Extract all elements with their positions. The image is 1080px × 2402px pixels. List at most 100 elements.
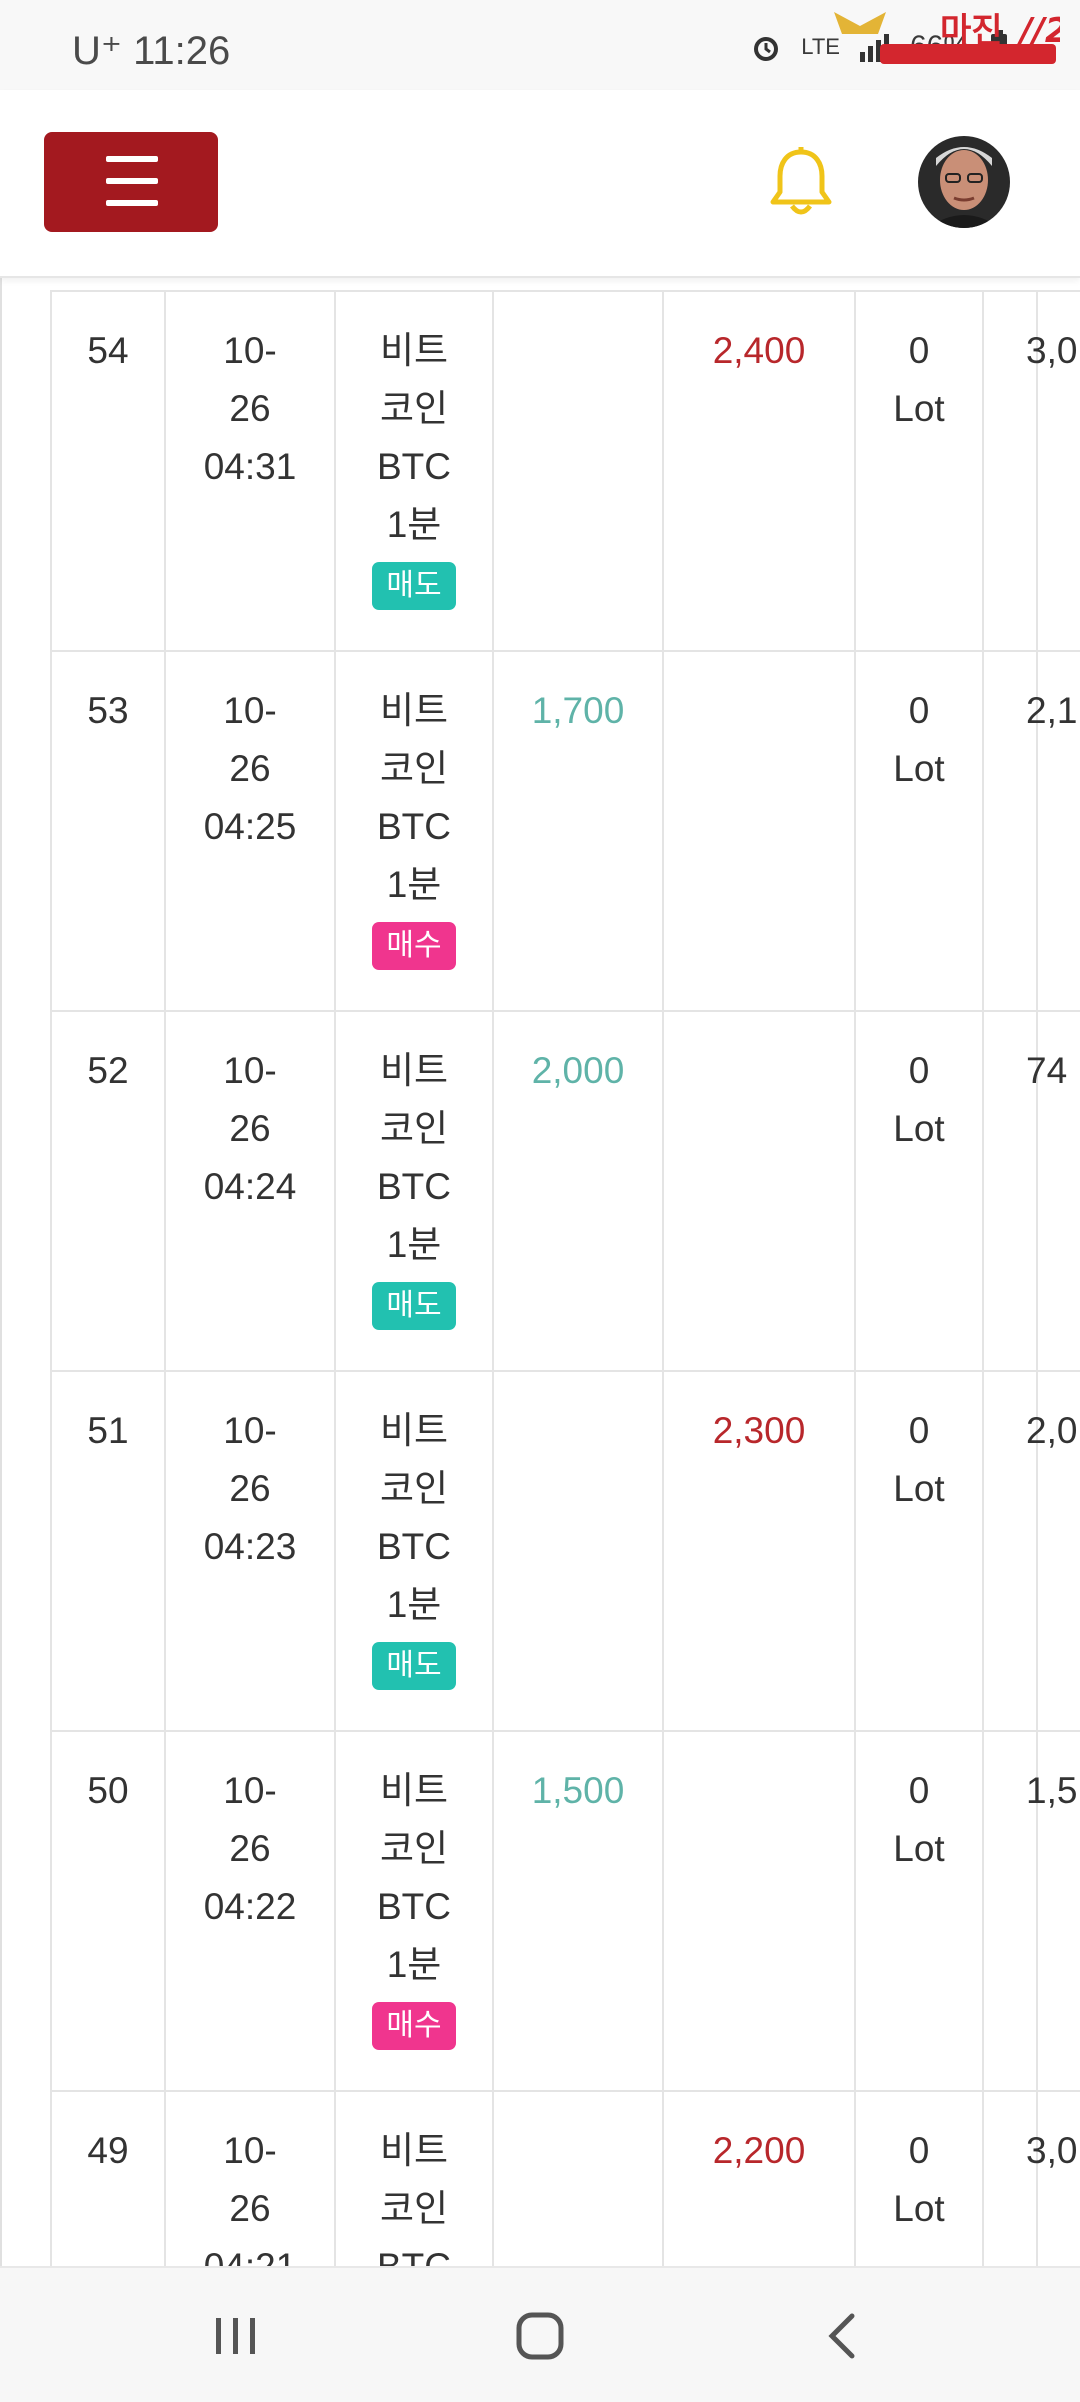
watermark-text: 마진 xyxy=(940,11,1003,51)
row-date-text: 10- xyxy=(223,1770,277,1811)
row-date-text: 10- xyxy=(223,2130,277,2171)
row-datetime: 10- 26 04:21 xyxy=(164,2090,334,2266)
lot-value-text: 0 xyxy=(908,1770,930,1811)
sell-badge: 매도 xyxy=(372,562,456,610)
row-time-text: 04:24 xyxy=(203,1166,297,1207)
row-date-text: 10- xyxy=(223,1410,277,1451)
row-balance: 2,0 xyxy=(1026,1370,1080,1730)
row-item1-text: 비트 xyxy=(379,1770,449,1811)
status-bar: U⁺ 11:26 LTE 66% 마진 //2 xyxy=(0,0,1080,90)
row-item1-text: 비트 xyxy=(379,330,449,371)
lot-value-text: 0 xyxy=(908,330,930,371)
row-buy-amount: 1,700 xyxy=(492,650,662,1010)
row-item2-text: 코인 xyxy=(379,1108,449,1149)
row-datetime: 10- 26 04:24 xyxy=(164,1010,334,1370)
row-item3-text: BTC xyxy=(377,806,451,847)
row-buy-amount: 2,000 xyxy=(492,1010,662,1370)
lot-value-text: 0 xyxy=(908,690,930,731)
row-number-text: 51 xyxy=(87,1410,129,1451)
row-sell-amount: 2,300 xyxy=(662,1370,854,1730)
balance-text: 3,0 xyxy=(1026,330,1078,371)
row-buy-amount xyxy=(492,1370,662,1730)
buy-amount-text: 2,000 xyxy=(531,1050,625,1091)
balance-text: 2,1 xyxy=(1026,690,1078,731)
row-sell-amount: 2,400 xyxy=(662,290,854,650)
table-row[interactable]: 54 10- 26 04:31 비트 코인 BTC 1분 매도 2,400 0 Lot 3,0 xyxy=(50,290,1080,652)
row-item4-text: 1분 xyxy=(386,1944,442,1985)
row-number-text: 53 xyxy=(87,690,129,731)
avatar[interactable] xyxy=(918,136,1010,228)
row-item: 비트 코인 BTC 1분 매수 xyxy=(334,650,492,1010)
status-time: U⁺ 11:26 xyxy=(72,28,230,74)
row-item3-text: BTC xyxy=(377,1166,451,1207)
row-lot: 0 Lot xyxy=(854,2090,982,2266)
home-icon[interactable] xyxy=(500,2304,580,2368)
table-row[interactable]: 52 10- 26 04:24 비트 코인 BTC 1분 매도 2,000 0 Lot 74 xyxy=(50,1010,1080,1372)
row-item2-text: 코인 xyxy=(379,1468,449,1509)
balance-text: 74 xyxy=(1026,1050,1068,1091)
row-number: 50 xyxy=(50,1730,164,2090)
buy-amount-text: 1,700 xyxy=(531,690,625,731)
row-date-text: 10- xyxy=(223,330,277,371)
balance-text: 2,0 xyxy=(1026,1410,1078,1451)
row-item1-text: 비트 xyxy=(379,1050,449,1091)
row-number-text: 49 xyxy=(87,2130,129,2171)
carrier-label: U⁺ xyxy=(72,29,122,73)
table-row[interactable]: 53 10- 26 04:25 비트 코인 BTC 1분 매수 1,700 0 Lot 2,1 xyxy=(50,650,1080,1012)
buy-amount-text: 1,500 xyxy=(531,1770,625,1811)
row-item1-text: 비트 xyxy=(379,1410,449,1451)
row-buy-amount: 1,500 xyxy=(492,1730,662,2090)
recent-apps-icon[interactable] xyxy=(196,2304,276,2368)
row-lot: 0 Lot xyxy=(854,650,982,1010)
row-number: 53 xyxy=(50,650,164,1010)
row-number: 51 xyxy=(50,1370,164,1730)
row-buy-amount xyxy=(492,2090,662,2266)
row-buy-amount xyxy=(492,290,662,650)
table-row[interactable]: 50 10- 26 04:22 비트 코인 BTC 1분 매수 1,500 0 Lot 1,5 xyxy=(50,1730,1080,2092)
row-sell-amount xyxy=(662,1730,854,2090)
row-number: 52 xyxy=(50,1010,164,1370)
row-item4-text: 1분 xyxy=(386,1224,442,1265)
row-time-text: 04:25 xyxy=(203,806,297,847)
table-row[interactable]: 51 10- 26 04:23 비트 코인 BTC 1분 매도 2,300 0 Lot 2,0 xyxy=(50,1370,1080,1732)
clock: 11:26 xyxy=(133,29,231,73)
watermark-logo: 마진 //2 xyxy=(820,4,1069,70)
row-time-text: 04:22 xyxy=(203,1886,297,1927)
sell-amount-text: 2,400 xyxy=(712,330,806,371)
lot-value-text: 0 xyxy=(908,1050,930,1091)
row-item2-text: 코인 xyxy=(379,748,449,789)
row-date-text: 10- xyxy=(223,1050,277,1091)
menu-button[interactable] xyxy=(44,132,218,232)
row-number-text: 52 xyxy=(87,1050,129,1091)
row-time-text: 04:21 xyxy=(166,2238,334,2266)
row-date2-text: 26 xyxy=(229,2188,271,2229)
hamburger-icon xyxy=(106,156,158,162)
trade-history-table[interactable]: 54 10- 26 04:31 비트 코인 BTC 1분 매도 2,400 0 Lot 3,0 53 10-… xyxy=(50,276,1080,2266)
row-lot: 0 Lot xyxy=(854,290,982,650)
row-number: 54 xyxy=(50,290,164,650)
row-item4-text: 1분 xyxy=(386,1584,442,1625)
row-item: 비트코인 BTC xyxy=(334,2090,492,2266)
page-edge xyxy=(0,276,2,2266)
back-icon[interactable] xyxy=(802,2304,882,2368)
bell-icon[interactable] xyxy=(768,146,834,218)
row-item: 비트 코인 BTC 1분 매도 xyxy=(334,1370,492,1730)
row-item: 비트 코인 BTC 1분 매도 xyxy=(334,1010,492,1370)
lot-unit-text: Lot xyxy=(893,1468,945,1509)
row-item4-text: 1분 xyxy=(386,864,442,905)
system-nav-bar xyxy=(0,2266,1080,2402)
table-row[interactable]: 49 10- 26 04:21 비트코인 BTC 2,200 0 Lot 3,0 xyxy=(50,2090,1080,2266)
row-sell-amount: 2,200 xyxy=(662,2090,854,2266)
row-balance: 3,0 xyxy=(1026,290,1080,650)
row-balance: 74 xyxy=(1026,1010,1080,1370)
sell-badge: 매도 xyxy=(372,1642,456,1690)
row-datetime: 10- 26 04:31 xyxy=(164,290,334,650)
row-item3-text: BTC xyxy=(377,446,451,487)
row-item2-text: 코인 xyxy=(379,2188,449,2229)
row-balance: 3,0 xyxy=(1026,2090,1080,2266)
row-number: 49 xyxy=(50,2090,164,2266)
alarm-icon xyxy=(754,37,779,61)
row-datetime: 10- 26 04:22 xyxy=(164,1730,334,2090)
lot-unit-text: Lot xyxy=(893,748,945,789)
row-lot: 0 Lot xyxy=(854,1370,982,1730)
